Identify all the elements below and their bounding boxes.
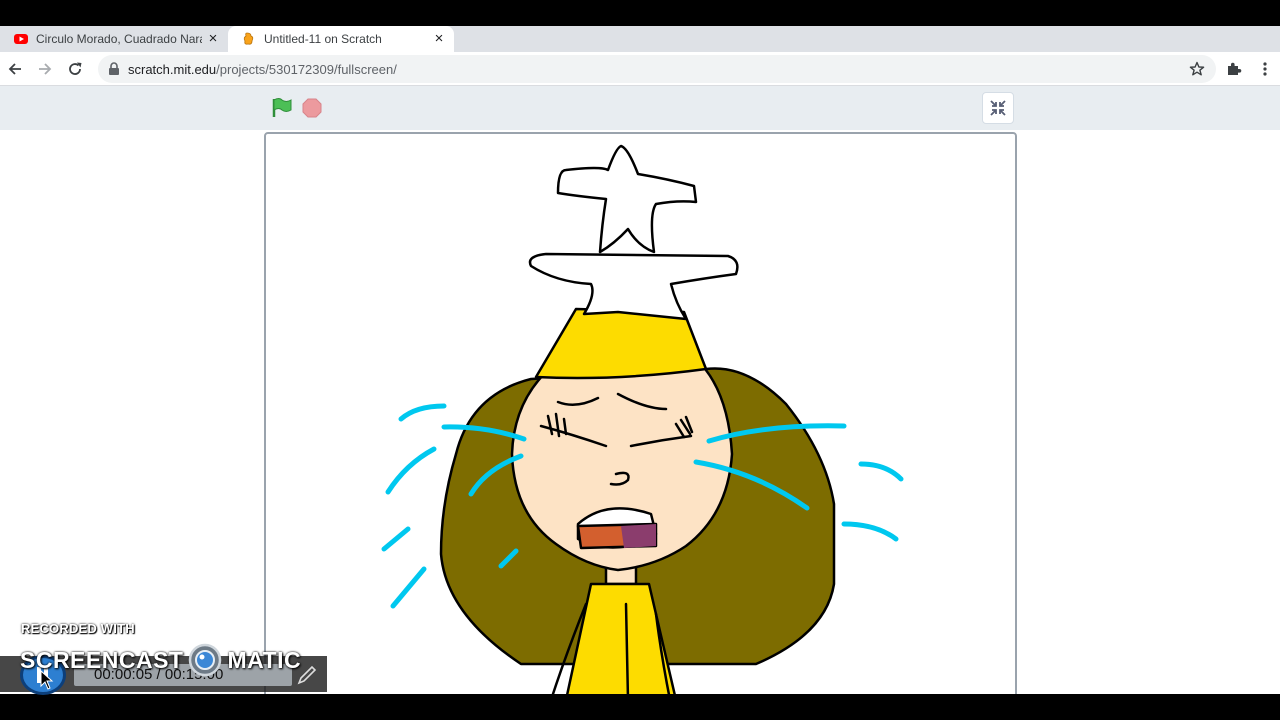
crying-character-drawing (381, 144, 904, 700)
hat-brim (528, 252, 739, 321)
close-tab-icon[interactable]: × (430, 30, 448, 48)
tab-strip: Circulo Morado, Cuadrado Naranja × Untit… (0, 26, 1280, 75)
url-host: scratch.mit.edu (128, 61, 217, 77)
tab-scratch[interactable]: Untitled-11 on Scratch × (228, 26, 454, 52)
tab-title: Circulo Morado, Cuadrado Naranja (36, 32, 202, 46)
url-path: /projects/530172309/fullscreen/ (216, 61, 397, 77)
scratch-page (0, 86, 1280, 702)
exit-fullscreen-icon (990, 100, 1006, 116)
stop-icon[interactable] (302, 98, 322, 118)
youtube-icon (14, 34, 28, 44)
scratch-icon (243, 32, 254, 45)
address-bar[interactable]: scratch.mit.edu/projects/530172309/fulls… (98, 55, 1216, 83)
scratch-stage[interactable] (264, 132, 1017, 702)
brand-suffix-text: MATIC (227, 646, 302, 673)
bottom-black-bar (0, 694, 1280, 720)
exit-fullscreen-button[interactable] (982, 92, 1014, 124)
bookmark-star-icon[interactable] (1185, 57, 1209, 81)
menu-icon[interactable] (1253, 57, 1277, 81)
tongue-shade (621, 524, 656, 548)
back-icon[interactable] (3, 57, 27, 81)
tab-title: Untitled-11 on Scratch (264, 32, 382, 46)
lock-icon (109, 62, 119, 75)
browser-toolbar: scratch.mit.edu/projects/530172309/fulls… (0, 52, 1280, 86)
close-tab-icon[interactable]: × (204, 30, 222, 48)
screencast-lens-icon (189, 643, 222, 677)
mouse-cursor-icon (40, 670, 54, 690)
top-black-bar (0, 0, 1280, 26)
hat-star (556, 144, 698, 254)
screencast-o-matic-logo: SCREENCAST MATIC (20, 643, 301, 677)
reload-icon[interactable] (63, 57, 87, 81)
extensions-icon[interactable] (1222, 57, 1246, 81)
tab-youtube[interactable]: Circulo Morado, Cuadrado Naranja × (8, 26, 228, 52)
forward-icon[interactable] (33, 57, 57, 81)
green-flag-icon[interactable] (271, 97, 293, 119)
recorded-with-label: RECORDED WITH (21, 621, 135, 636)
scratch-controls-bar (0, 86, 1280, 130)
